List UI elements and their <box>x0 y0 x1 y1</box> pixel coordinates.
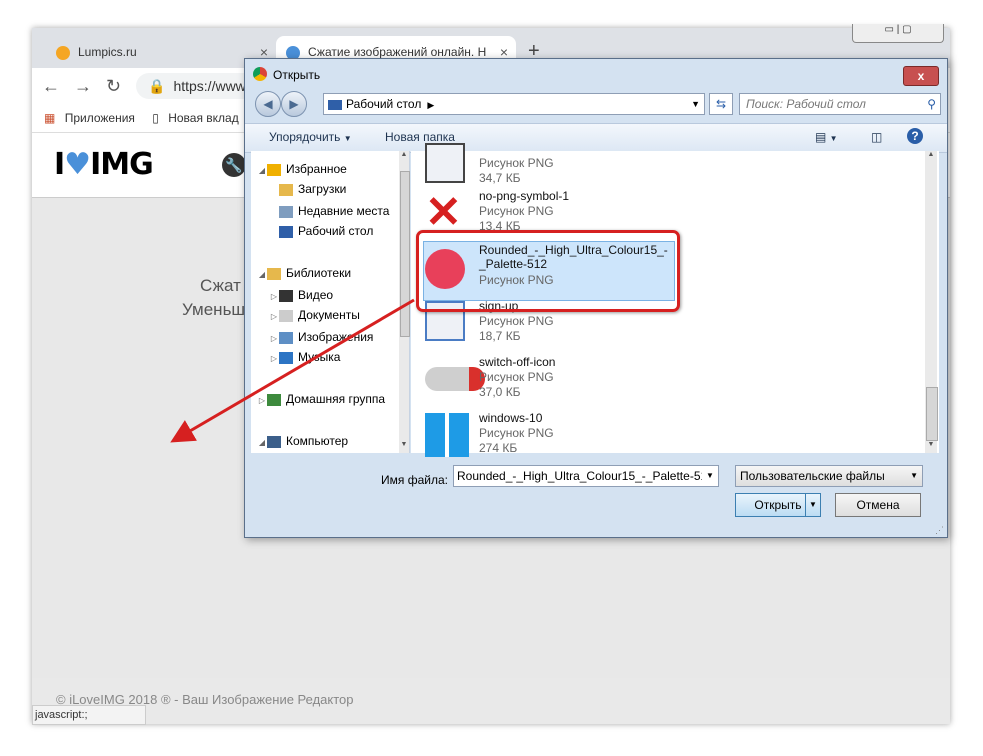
annotation-arrow-icon <box>170 298 415 443</box>
